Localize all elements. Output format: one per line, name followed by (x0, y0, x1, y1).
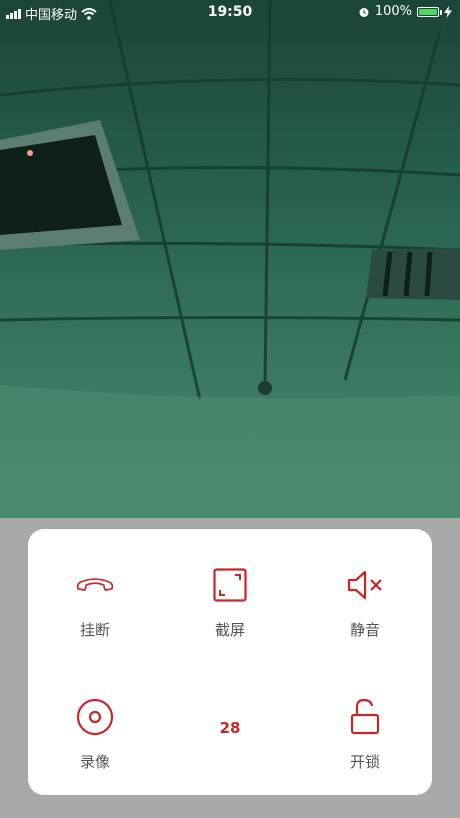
call-timer: 28 (219, 719, 241, 737)
unlock-padlock-icon (345, 697, 385, 737)
record-label: 录像 (79, 753, 110, 771)
mute-button[interactable]: 静音 (298, 565, 432, 640)
mute-label: 静音 (349, 621, 380, 639)
ceiling-image (0, 0, 460, 518)
hangup-button[interactable]: 挂断 (28, 565, 162, 640)
battery-percentage: 100% (374, 4, 412, 19)
screenshot-icon (210, 565, 250, 605)
intercom-control-panel: 挂断 截屏 静音 录像 28 开锁 (28, 529, 432, 795)
camera-video-feed (0, 0, 460, 518)
status-bar: 中国移动 19:50 100% (0, 0, 460, 24)
phone-hangup-icon (75, 565, 115, 605)
status-right: 100% (358, 4, 452, 19)
unlock-label: 开锁 (349, 753, 380, 771)
screenshot-label: 截屏 (214, 621, 245, 639)
unlock-button[interactable]: 开锁 (298, 697, 432, 772)
alarm-clock-icon (359, 7, 369, 17)
record-icon (75, 697, 115, 737)
charging-bolt-icon (444, 5, 452, 18)
hangup-label: 挂断 (79, 621, 110, 639)
screenshot-button[interactable]: 截屏 (163, 565, 297, 640)
battery-icon (417, 6, 442, 17)
record-button[interactable]: 录像 (28, 697, 162, 772)
speaker-mute-icon (345, 565, 385, 605)
